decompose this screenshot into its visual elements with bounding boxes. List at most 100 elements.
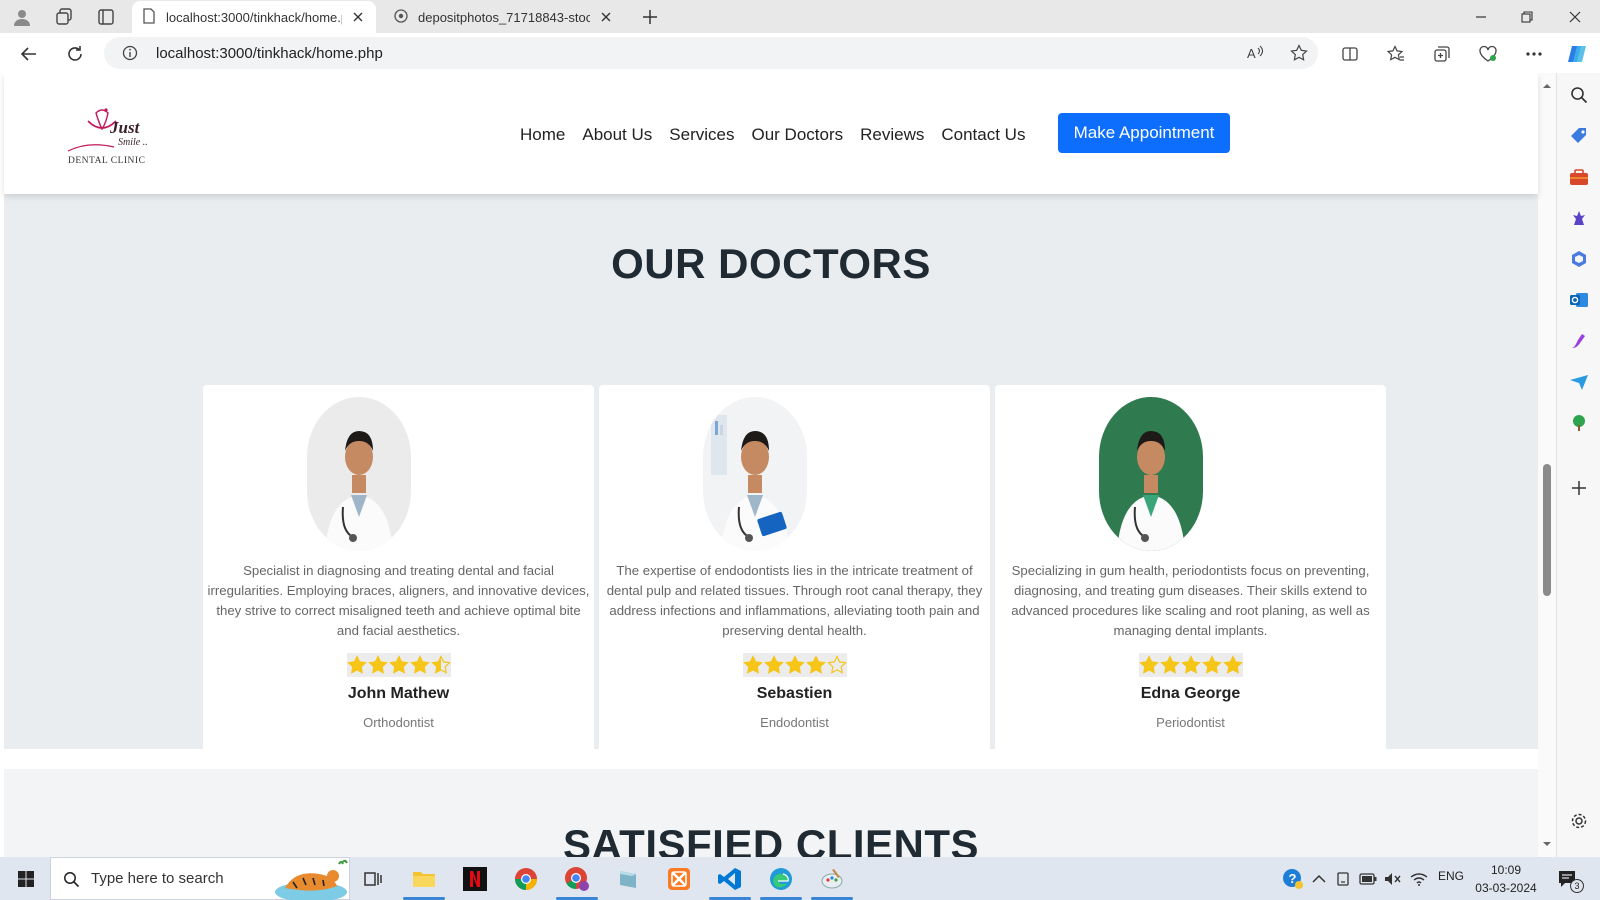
site-header: Just Smile .. DENTAL CLINIC Home About U… [4, 73, 1538, 194]
make-appointment-button[interactable]: Make Appointment [1058, 113, 1230, 153]
doctor-name: Edna George [1140, 685, 1241, 702]
back-icon[interactable] [16, 41, 42, 67]
paint-icon[interactable] [816, 863, 848, 895]
star-full-icon [1202, 655, 1222, 674]
app-launcher-icon[interactable] [612, 863, 644, 895]
browser-essentials-icon[interactable] [1475, 41, 1501, 67]
chrome-icon[interactable] [510, 863, 542, 895]
new-tab-icon[interactable] [638, 5, 662, 29]
close-window-icon[interactable] [1560, 4, 1590, 30]
more-options-icon[interactable] [1521, 41, 1547, 67]
rating-stars [743, 653, 847, 677]
add-icon[interactable] [1567, 476, 1591, 500]
refresh-icon[interactable] [62, 41, 88, 67]
workspaces-icon[interactable] [52, 5, 76, 29]
star-full-icon [1139, 655, 1159, 674]
microsoft365-icon[interactable] [1567, 247, 1591, 271]
xampp-icon[interactable] [663, 863, 695, 895]
file-explorer-icon[interactable] [408, 863, 440, 895]
scroll-up-icon[interactable] [1542, 81, 1552, 91]
nav-our-doctors[interactable]: Our Doctors [751, 125, 843, 145]
site-info-icon[interactable] [122, 45, 138, 66]
scroll-thumb[interactable] [1543, 464, 1551, 596]
main-nav: Home About Us Services Our Doctors Revie… [520, 125, 1042, 145]
page-scrollbar[interactable] [1538, 73, 1556, 857]
nav-reviews[interactable]: Reviews [860, 125, 924, 145]
shopping-tag-icon[interactable] [1567, 124, 1591, 148]
tab-home[interactable]: localhost:3000/tinkhack/home.p [132, 1, 376, 33]
games-icon[interactable] [1567, 206, 1591, 230]
edge-icon[interactable] [765, 863, 797, 895]
logo-line-3: DENTAL CLINIC [68, 156, 145, 166]
doctors-section: OUR DOCTORS Specialist in diagnosing and… [4, 194, 1538, 815]
settings-gear-icon[interactable] [1567, 809, 1591, 833]
outlook-icon[interactable] [1567, 288, 1591, 312]
read-aloud-icon[interactable]: A [1246, 44, 1264, 67]
logo-line-2: Smile .. [118, 137, 148, 148]
notification-count-badge: 3 [1570, 879, 1584, 893]
address-bar[interactable]: localhost:3000/tinkhack/home.php A [104, 37, 1318, 69]
notifications-icon[interactable]: 3 [1552, 863, 1584, 895]
star-full-icon [1160, 655, 1180, 674]
browser-tab-strip: localhost:3000/tinkhack/home.p depositph… [0, 0, 1600, 33]
split-screen-icon[interactable] [1337, 41, 1363, 67]
tools-icon[interactable] [1567, 165, 1591, 189]
clients-title: SATISFIED CLIENTS [562, 821, 980, 857]
doctor-name: John Mathew [347, 685, 450, 702]
taskbar-search-input[interactable]: Type here to search [50, 857, 350, 900]
star-full-icon [806, 655, 826, 674]
doctor-role: Orthodontist [363, 715, 434, 730]
browser-toolbar: localhost:3000/tinkhack/home.php A [0, 33, 1600, 73]
close-icon[interactable] [598, 9, 614, 25]
doctor-card[interactable]: Specializing in gum health, periodontist… [995, 385, 1386, 815]
language-indicator[interactable]: ENG [1438, 869, 1464, 883]
windows-start-icon[interactable] [10, 863, 42, 895]
logo-line-1: Just [109, 118, 141, 137]
doctor-card[interactable]: The expertise of endodontists lies in th… [599, 385, 990, 815]
nav-services[interactable]: Services [669, 125, 734, 145]
minimize-icon[interactable] [1466, 4, 1496, 30]
page-viewport: Just Smile .. DENTAL CLINIC Home About U… [0, 73, 1556, 857]
doctor-description: Specializing in gum health, periodontist… [1011, 563, 1370, 638]
designer-icon[interactable] [1567, 329, 1591, 353]
send-icon[interactable] [1567, 370, 1591, 394]
star-full-icon [368, 655, 388, 674]
close-icon[interactable] [350, 9, 366, 25]
nav-home[interactable]: Home [520, 125, 565, 145]
clients-section: SATISFIED CLIENTS [4, 769, 1538, 857]
wifi-icon[interactable] [1403, 863, 1435, 895]
site-icon [394, 8, 408, 26]
star-half-icon [431, 655, 451, 674]
tab-actions-icon[interactable] [94, 5, 118, 29]
star-full-icon [743, 655, 763, 674]
star-full-icon [389, 655, 409, 674]
profile-icon[interactable] [10, 5, 34, 29]
task-view-icon[interactable] [357, 863, 389, 895]
star-full-icon [1223, 655, 1243, 674]
star-full-icon [347, 655, 367, 674]
collections-icon[interactable] [1429, 41, 1455, 67]
favorites-icon[interactable] [1383, 41, 1409, 67]
star-full-icon [764, 655, 784, 674]
nav-about-us[interactable]: About Us [582, 125, 652, 145]
chrome-profile-icon[interactable] [561, 863, 593, 895]
netflix-icon[interactable] [459, 863, 491, 895]
favorite-star-icon[interactable] [1290, 44, 1308, 67]
search-placeholder: Type here to search [91, 870, 224, 887]
doctor-card[interactable]: Specialist in diagnosing and treating de… [203, 385, 594, 815]
vscode-icon[interactable] [714, 863, 746, 895]
restore-icon[interactable] [1512, 4, 1542, 30]
scroll-down-icon[interactable] [1542, 839, 1552, 849]
copilot-icon[interactable] [1564, 41, 1590, 67]
tab-title: localhost:3000/tinkhack/home.p [166, 9, 342, 25]
clock-time: 10:09 [1490, 863, 1522, 877]
tree-icon[interactable] [1567, 411, 1591, 435]
nav-contact-us[interactable]: Contact Us [941, 125, 1025, 145]
taskbar-clock[interactable]: 10:09 03-03-2024 [1466, 861, 1546, 897]
clinic-logo[interactable]: Just Smile .. DENTAL CLINIC [66, 105, 166, 167]
svg-text:A: A [1247, 46, 1256, 61]
star-empty-icon [827, 655, 847, 674]
search-icon[interactable] [1567, 83, 1591, 107]
tab-depositphotos[interactable]: depositphotos_71718843-stock- [384, 1, 624, 33]
doctor-photo [703, 397, 807, 551]
